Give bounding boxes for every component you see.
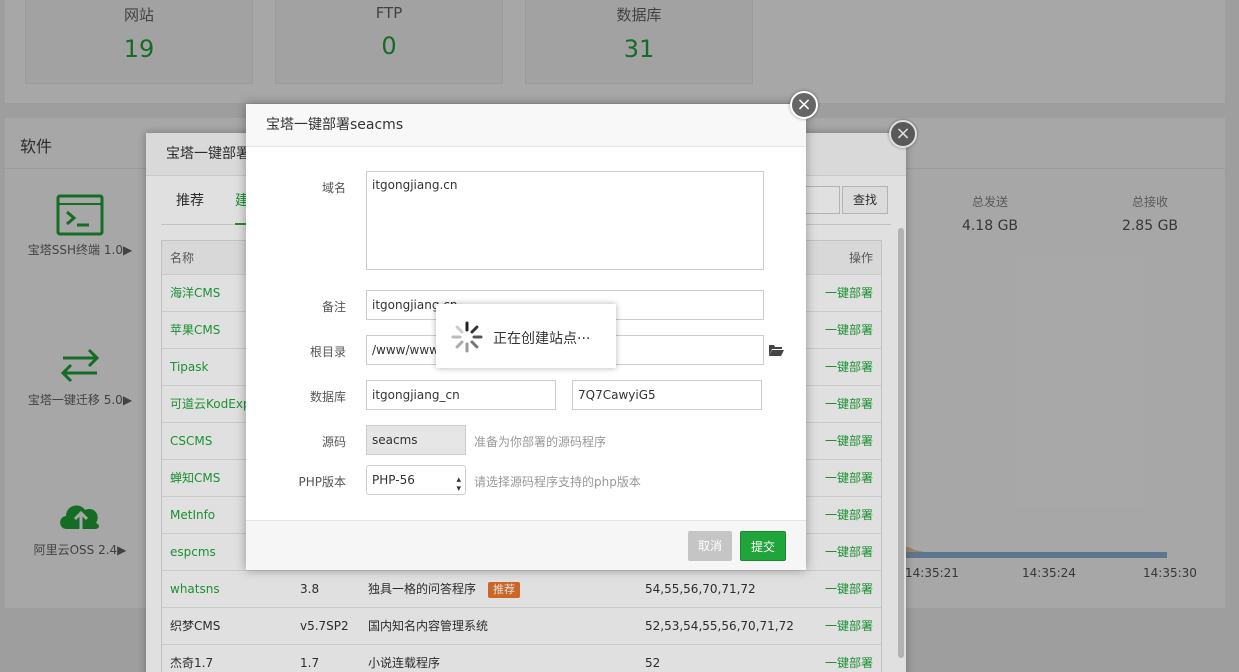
submit-button[interactable]: 提交 <box>739 531 786 561</box>
loading-toast: 正在创建站点··· <box>436 304 616 368</box>
domain-textarea[interactable]: itgongjiang.cn <box>366 171 764 270</box>
db-user-input[interactable]: itgongjiang_cn <box>366 380 556 410</box>
source-input: seacms <box>366 425 466 455</box>
php-hint: 请选择源码程序支持的php版本 <box>474 475 641 489</box>
spinner-icon <box>451 321 483 353</box>
note-label: 备注 <box>321 300 346 314</box>
database-label: 数据库 <box>309 390 346 404</box>
db-password-input[interactable]: 7Q7CawyiG5 <box>572 380 762 410</box>
domain-label: 域名 <box>321 181 346 195</box>
source-hint: 准备为你部署的源码程序 <box>474 435 607 449</box>
cancel-button[interactable]: 取消 <box>687 531 732 561</box>
php-version-value: PHP-56 <box>372 473 415 487</box>
select-arrows-icon: ▾ <box>456 484 461 494</box>
root-label: 根目录 <box>309 345 346 359</box>
dialog-title: 宝塔一键部署seacms <box>246 104 806 147</box>
dialog-footer: 取消 提交 <box>246 520 806 570</box>
close-front-dialog-button[interactable]: × <box>790 91 818 119</box>
close-icon: × <box>796 94 812 115</box>
source-label: 源码 <box>321 435 346 449</box>
php-label: PHP版本 <box>298 475 347 489</box>
php-version-select[interactable]: PHP-56 ▴ ▾ <box>366 465 466 495</box>
folder-icon[interactable] <box>768 343 784 357</box>
loading-text: 正在创建站点··· <box>493 331 591 347</box>
